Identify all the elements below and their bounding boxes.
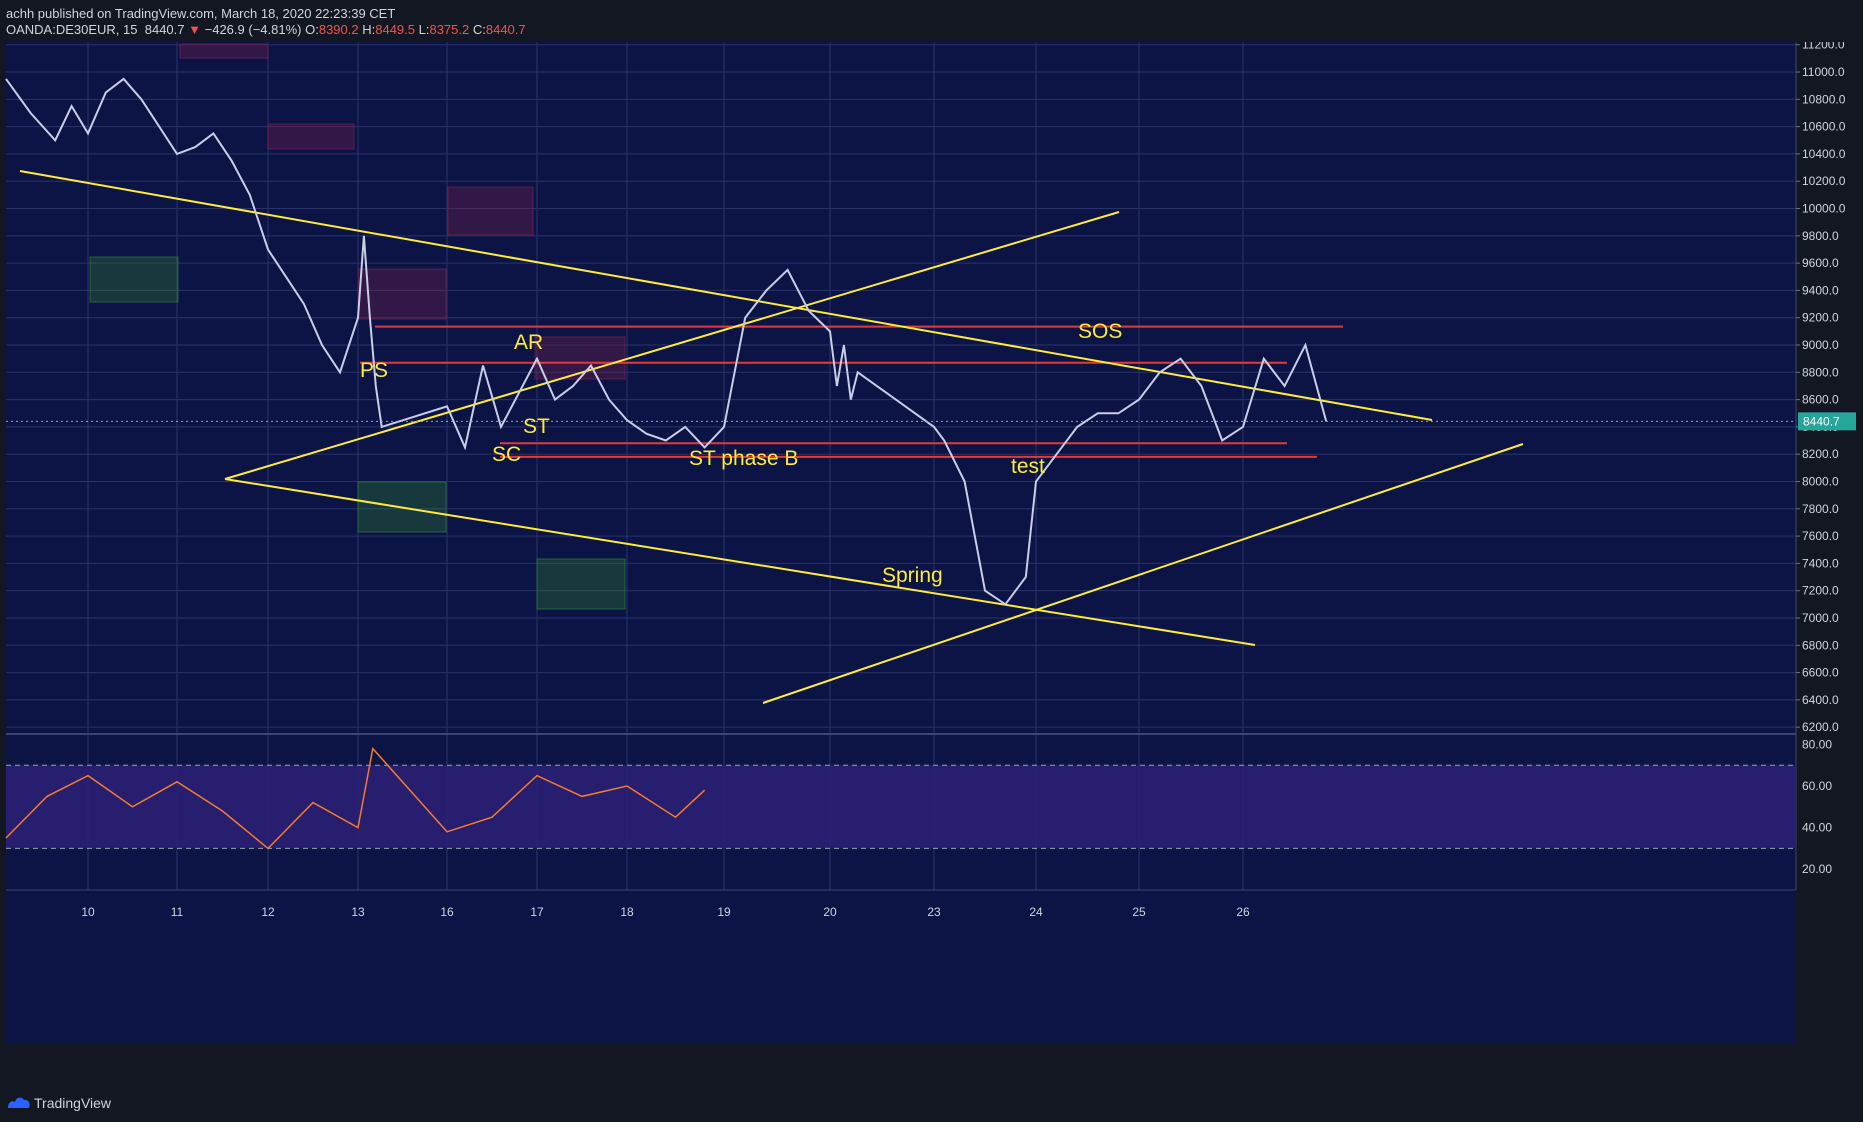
last-price-badge-label: 8440.7 [1803,414,1840,428]
price-tick-label: 6400.0 [1802,693,1839,707]
footer: TradingView [0,1086,1863,1122]
low-label: L: [418,22,430,37]
price-change: −426.9 (−4.81%) [204,22,302,37]
ohlc-line: OANDA:DE30EUR, 15 8440.7 ▼ −426.9 (−4.81… [6,22,526,37]
time-tick-label: 24 [1029,905,1043,919]
price-tick-label: 9200.0 [1802,311,1839,325]
tradingview-brand[interactable]: TradingView [34,1095,111,1111]
price-chart[interactable]: PSSCARSTST phase BSpringtestSOS 11200.01… [0,42,1863,1086]
close-value: 8440.7 [485,22,526,37]
price-tick-label: 7200.0 [1802,584,1839,598]
open-value: 8390.2 [318,22,359,37]
high-label: H: [362,22,376,37]
publish-info: achh published on TradingView.com, March… [6,6,396,21]
last-price: 8440.7 [144,22,185,37]
price-tick-label: 8600.0 [1802,393,1839,407]
price-tick-label: 10000.0 [1802,202,1846,216]
symbol-label[interactable]: OANDA:DE30EUR, 15 [6,22,138,37]
change-arrow-icon: ▼ [188,22,201,37]
zone-box [536,558,626,610]
price-tick-label: 11200.0 [1802,42,1845,52]
price-tick-label: 9000.0 [1802,338,1839,352]
price-tick-label: 11000.0 [1802,65,1845,79]
price-tick-label: 7800.0 [1802,502,1839,516]
time-tick-label: 18 [620,905,634,919]
price-tick-label: 7400.0 [1802,556,1839,570]
price-tick-label: 8000.0 [1802,474,1839,488]
tradingview-logo-icon[interactable] [6,1094,32,1110]
time-tick-label: 12 [261,905,275,919]
chart-header: achh published on TradingView.com, March… [0,0,1863,42]
zone-box [89,256,179,303]
high-value: 8449.5 [375,22,415,37]
time-tick-label: 13 [351,905,365,919]
time-tick-label: 16 [440,905,454,919]
price-tick-label: 7000.0 [1802,611,1839,625]
price-tick-label: 10800.0 [1802,92,1846,106]
price-tick-label: 6800.0 [1802,638,1839,652]
annotation-sc: SC [492,443,521,466]
annotation-test: test [1011,455,1045,478]
price-tick-label: 8200.0 [1802,447,1839,461]
annotation-st: ST [523,415,550,438]
plot-background [6,42,1796,1044]
price-tick-label: 10400.0 [1802,147,1846,161]
time-tick-label: 23 [927,905,941,919]
annotation-spring: Spring [882,564,943,587]
time-tick-label: 25 [1132,905,1146,919]
annotation-ar: AR [514,331,543,354]
zone-box [447,186,534,236]
rsi-tick-label: 40.00 [1802,821,1832,835]
price-tick-label: 6600.0 [1802,666,1839,680]
zone-box [357,268,447,320]
time-tick-label: 17 [530,905,544,919]
annotation-ps: PS [360,359,388,382]
price-axis[interactable]: 11200.0 11000.0 10800.0 10600.0 10400.0 10200… [1796,42,1846,734]
price-tick-label: 8800.0 [1802,365,1839,379]
time-tick-label: 11 [171,905,184,919]
time-tick-label: 20 [823,905,837,919]
open-label: O: [305,22,319,37]
price-tick-label: 10200.0 [1802,174,1846,188]
price-tick-label: 6200.0 [1802,720,1839,734]
price-tick-label: 9600.0 [1802,256,1839,270]
annotation-sos: SOS [1078,320,1122,343]
zone-box [179,43,269,59]
rsi-tick-label: 20.00 [1802,862,1832,876]
rsi-band [6,765,1796,849]
time-tick-label: 26 [1236,905,1250,919]
price-tick-label: 9400.0 [1802,283,1839,297]
rsi-tick-label: 80.00 [1802,737,1832,751]
time-tick-label: 19 [717,905,731,919]
price-tick-label: 9800.0 [1802,229,1839,243]
annotation-st-phase-b: ST phase B [689,447,798,470]
close-label: C: [472,22,486,37]
price-tick-label: 10600.0 [1802,120,1846,134]
price-tick-label: 7600.0 [1802,529,1839,543]
rsi-tick-label: 60.00 [1802,779,1832,793]
time-tick-label: 10 [81,905,95,919]
zone-box [267,123,355,150]
low-value: 8375.2 [429,22,470,37]
